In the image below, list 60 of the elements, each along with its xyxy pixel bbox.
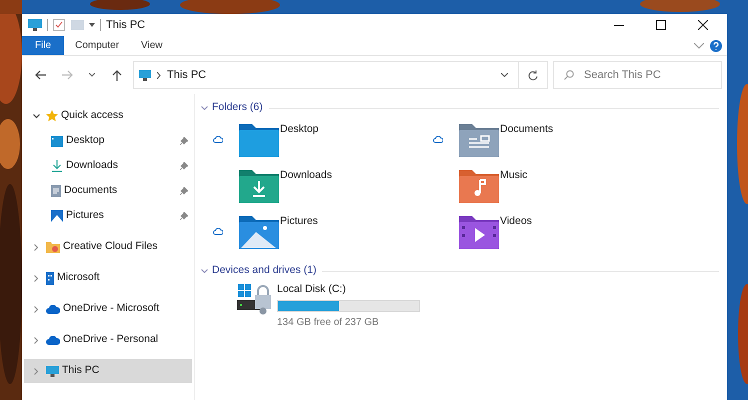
up-arrow-icon[interactable] [112, 70, 122, 80]
download-folder-icon [239, 170, 279, 203]
help-icon[interactable] [710, 40, 722, 52]
video-folder-icon [459, 216, 499, 249]
ribbon-tab[interactable]: View [130, 36, 174, 55]
refresh-icon[interactable] [528, 70, 538, 80]
maximize-icon[interactable] [656, 20, 666, 30]
address-bar[interactable]: This PC [133, 61, 548, 89]
pc-icon [28, 19, 42, 31]
section-header[interactable]: Folders (6) [212, 100, 263, 116]
folder-icon [239, 124, 279, 157]
nav-item[interactable]: This PC [24, 359, 192, 383]
folder-item[interactable]: Videos [421, 213, 641, 259]
nav-item[interactable]: Downloads [24, 154, 192, 178]
cloud-icon [46, 336, 60, 344]
section-header[interactable]: Devices and drives (1) [212, 263, 316, 279]
caret-icon[interactable] [89, 73, 95, 77]
folder-icon [46, 241, 60, 253]
documents-folder-icon [459, 124, 499, 157]
building-icon [46, 272, 54, 284]
desktop-icon [51, 136, 63, 146]
drive-name: Local Disk (C:) [277, 282, 347, 297]
nav-item[interactable]: Quick access [24, 104, 192, 128]
folder-item[interactable]: Desktop [201, 121, 421, 167]
nav-item[interactable]: Creative Cloud Files [24, 235, 192, 259]
dropdown-icon[interactable] [89, 23, 95, 27]
ribbon-tab[interactable]: File [22, 36, 64, 55]
folder-item[interactable]: Music [421, 167, 641, 213]
address-path: This PC [167, 68, 206, 83]
pc-icon [46, 366, 59, 376]
nav-item[interactable]: Microsoft [24, 266, 192, 290]
nav-item[interactable]: Pictures [24, 204, 192, 228]
free-space-text: 134 GB free of 237 GB [277, 316, 380, 330]
close-icon[interactable] [698, 20, 708, 30]
search-field[interactable]: Search This PC [553, 61, 722, 89]
pc-icon [139, 70, 151, 80]
nav-item[interactable]: Documents [24, 179, 192, 203]
dropdown-icon[interactable] [501, 73, 508, 77]
folder-item[interactable]: Documents [421, 121, 641, 167]
star-icon [46, 110, 58, 122]
search-input[interactable]: Search This PC [584, 66, 714, 84]
cloud-icon [46, 304, 60, 314]
chevron-down-icon[interactable] [694, 42, 704, 48]
nav-item[interactable]: OneDrive - Microsoft [24, 297, 192, 321]
drive-item[interactable]: Local Disk (C:) 134 GB free of 237 GB [201, 282, 719, 330]
ribbon-tab[interactable]: Computer [64, 36, 130, 55]
checkbox-icon[interactable] [53, 19, 65, 31]
music-folder-icon [459, 170, 499, 203]
pictures-icon [51, 210, 63, 222]
nav-item[interactable]: Desktop [24, 129, 192, 153]
download-icon [51, 160, 63, 172]
document-icon [51, 185, 61, 197]
window-title: This PC [106, 18, 146, 33]
chevron-right-icon[interactable] [157, 72, 161, 78]
folder-item[interactable]: Downloads [201, 167, 421, 213]
pictures-folder-icon [239, 216, 279, 249]
search-icon [564, 70, 574, 80]
folder-item[interactable]: Pictures [201, 213, 421, 259]
nav-item[interactable]: OneDrive - Personal [24, 328, 192, 352]
back-arrow-icon[interactable] [35, 70, 46, 80]
